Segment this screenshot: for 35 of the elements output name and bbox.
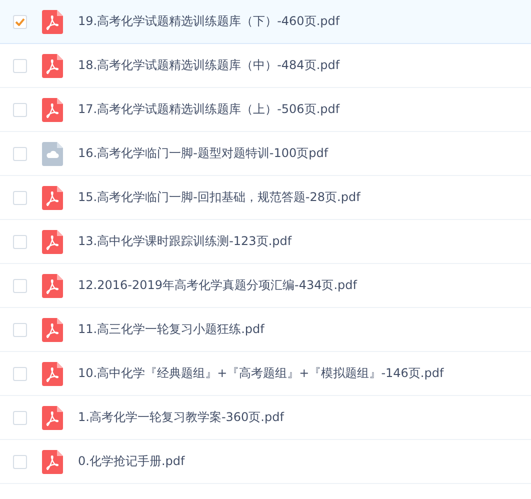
checkbox[interactable] — [13, 278, 27, 292]
file-name: 1.高考化学一轮复习教学案-360页.pdf — [78, 409, 284, 426]
checkbox[interactable] — [13, 102, 27, 116]
checkbox[interactable] — [13, 366, 27, 380]
checkbox[interactable] — [13, 410, 27, 424]
file-name: 19.高考化学试题精选训练题库（下）-460页.pdf — [78, 13, 340, 30]
file-name: 17.高考化学试题精选训练题库（上）-506页.pdf — [78, 101, 340, 118]
checkbox[interactable] — [13, 454, 27, 468]
pdf-file-icon — [42, 98, 63, 122]
checkbox[interactable] — [13, 234, 27, 248]
file-name: 0.化学抢记手册.pdf — [78, 453, 185, 470]
checkbox[interactable] — [13, 190, 27, 204]
file-name: 11.高三化学一轮复习小题狂练.pdf — [78, 321, 264, 338]
pdf-file-icon — [42, 450, 63, 474]
pdf-file-icon — [42, 406, 63, 430]
checkbox[interactable] — [13, 322, 27, 336]
pdf-file-icon — [42, 230, 63, 254]
pdf-file-icon — [42, 318, 63, 342]
pdf-file-icon — [42, 10, 63, 34]
file-name: 10.高中化学『经典题组』+『高考题组』+『模拟题组』-146页.pdf — [78, 365, 444, 382]
file-name: 13.高中化学课时跟踪训练测-123页.pdf — [78, 233, 292, 250]
checkbox[interactable] — [13, 14, 27, 28]
pdf-file-icon — [42, 54, 63, 78]
file-row[interactable]: 19.高考化学试题精选训练题库（下）-460页.pdf — [0, 0, 531, 44]
file-name: 15.高考化学临门一脚-回扣基础，规范答题-28页.pdf — [78, 189, 360, 206]
pdf-file-icon — [42, 362, 63, 386]
check-icon — [15, 18, 25, 26]
checkbox[interactable] — [13, 146, 27, 160]
cloud-file-icon — [42, 142, 63, 166]
file-name: 18.高考化学试题精选训练题库（中）-484页.pdf — [78, 57, 340, 74]
checkbox[interactable] — [13, 58, 27, 72]
pdf-file-icon — [42, 186, 63, 210]
pdf-file-icon — [42, 274, 63, 298]
file-name: 12.2016-2019年高考化学真题分项汇编-434页.pdf — [78, 277, 357, 294]
file-name: 16.高考化学临门一脚-题型对题特训-100页pdf — [78, 145, 328, 162]
